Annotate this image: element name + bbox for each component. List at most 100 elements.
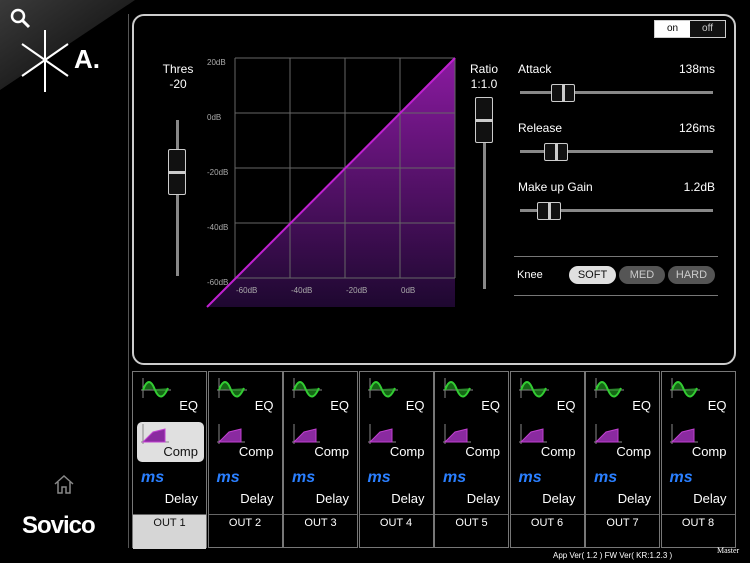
delay-label[interactable]: Delay bbox=[618, 491, 651, 506]
output-name[interactable]: OUT 6 bbox=[510, 514, 584, 549]
eq-icon[interactable] bbox=[443, 378, 473, 400]
comp-label[interactable]: Comp bbox=[465, 444, 500, 459]
toggle-off[interactable]: off bbox=[690, 21, 725, 37]
comp-icon[interactable] bbox=[443, 424, 471, 444]
output-strip[interactable]: EQ Comp ms Delay OUT 8 bbox=[660, 371, 736, 549]
output-strip[interactable]: EQ Comp ms Delay OUT 1 bbox=[132, 371, 207, 549]
comp-icon[interactable] bbox=[292, 424, 320, 444]
param-slider-thumb[interactable] bbox=[543, 143, 568, 161]
threshold-thumb[interactable] bbox=[168, 149, 186, 195]
param-label: Attack bbox=[518, 62, 552, 76]
comp-label[interactable]: Comp bbox=[541, 444, 576, 459]
delay-label[interactable]: Delay bbox=[240, 491, 273, 506]
eq-icon[interactable] bbox=[367, 378, 398, 400]
comp-label[interactable]: Comp bbox=[163, 444, 198, 459]
eq-icon[interactable] bbox=[669, 378, 700, 400]
eq-label[interactable]: EQ bbox=[557, 398, 576, 413]
ratio-thumb[interactable] bbox=[475, 97, 493, 143]
ratio-label: Ratio bbox=[469, 62, 498, 76]
delay-label[interactable]: Delay bbox=[391, 491, 424, 506]
comp-icon[interactable] bbox=[141, 424, 169, 444]
eq-icon[interactable] bbox=[518, 378, 549, 400]
output-name[interactable]: OUT 2 bbox=[208, 514, 282, 549]
divider bbox=[128, 14, 129, 548]
output-name[interactable]: OUT 3 bbox=[284, 514, 357, 549]
eq-label[interactable]: EQ bbox=[406, 398, 425, 413]
delay-icon[interactable]: ms bbox=[594, 469, 617, 487]
delay-label[interactable]: Delay bbox=[467, 491, 500, 506]
output-name[interactable]: OUT 5 bbox=[435, 514, 508, 549]
knee-label: Knee bbox=[517, 269, 543, 281]
param-slider-thumb[interactable] bbox=[550, 84, 575, 102]
comp-label[interactable]: Comp bbox=[314, 444, 349, 459]
output-strip[interactable]: EQ Comp ms Delay OUT 2 bbox=[207, 371, 283, 549]
knee-soft-button[interactable]: SOFT bbox=[569, 266, 616, 284]
delay-label[interactable]: Delay bbox=[165, 491, 198, 506]
output-name[interactable]: OUT 7 bbox=[586, 514, 659, 549]
output-strip[interactable]: EQ Comp ms Delay OUT 3 bbox=[283, 371, 358, 548]
x-tick: 0dB bbox=[401, 286, 416, 295]
divider bbox=[514, 295, 718, 296]
eq-label[interactable]: EQ bbox=[179, 398, 198, 413]
delay-icon[interactable]: ms bbox=[443, 469, 466, 487]
delay-icon[interactable]: ms bbox=[292, 469, 315, 487]
home-icon[interactable] bbox=[53, 473, 75, 495]
delay-icon[interactable]: ms bbox=[217, 469, 240, 487]
output-strip[interactable]: EQ Comp ms Delay OUT 7 bbox=[585, 371, 660, 548]
comp-label[interactable]: Comp bbox=[390, 444, 425, 459]
y-tick: -40dB bbox=[207, 223, 229, 232]
ratio-value: 1:1.0 bbox=[470, 77, 498, 91]
eq-label[interactable]: EQ bbox=[255, 398, 274, 413]
eq-icon[interactable] bbox=[292, 378, 322, 400]
compressor-curve-graph bbox=[206, 57, 456, 308]
toggle-on[interactable]: on bbox=[655, 21, 690, 37]
search-icon[interactable] bbox=[10, 8, 32, 30]
delay-icon[interactable]: ms bbox=[141, 469, 164, 487]
threshold-track[interactable] bbox=[176, 120, 179, 276]
knee-hard-button[interactable]: HARD bbox=[668, 266, 715, 284]
output-strip[interactable]: EQ Comp ms Delay OUT 5 bbox=[434, 371, 509, 548]
y-tick: 20dB bbox=[207, 58, 226, 67]
y-tick: 0dB bbox=[207, 113, 222, 122]
delay-icon[interactable]: ms bbox=[670, 469, 693, 487]
comp-icon[interactable] bbox=[518, 424, 547, 444]
eq-label[interactable]: EQ bbox=[481, 398, 500, 413]
param-slider-track[interactable] bbox=[520, 91, 713, 94]
comp-label[interactable]: Comp bbox=[692, 444, 727, 459]
param-value: 138ms bbox=[678, 62, 715, 76]
output-name[interactable]: OUT 1 bbox=[133, 514, 206, 549]
param-value: 126ms bbox=[678, 121, 715, 135]
comp-icon[interactable] bbox=[669, 424, 698, 444]
eq-icon[interactable] bbox=[594, 378, 624, 400]
delay-label[interactable]: Delay bbox=[693, 491, 726, 506]
comp-icon[interactable] bbox=[367, 424, 396, 444]
x-tick: -40dB bbox=[291, 286, 313, 295]
eq-label[interactable]: EQ bbox=[632, 398, 651, 413]
y-tick: -60dB bbox=[207, 278, 229, 287]
delay-label[interactable]: Delay bbox=[542, 491, 575, 506]
delay-label[interactable]: Delay bbox=[316, 491, 349, 506]
eq-label[interactable]: EQ bbox=[330, 398, 349, 413]
output-name[interactable]: OUT 8 bbox=[661, 514, 735, 549]
eq-icon[interactable] bbox=[141, 378, 171, 400]
comp-label[interactable]: Comp bbox=[239, 444, 274, 459]
eq-label[interactable]: EQ bbox=[708, 398, 727, 413]
master-label: Master bbox=[717, 546, 740, 555]
comp-label[interactable]: Comp bbox=[616, 444, 651, 459]
output-name[interactable]: OUT 4 bbox=[359, 514, 433, 549]
output-strip[interactable]: EQ Comp ms Delay OUT 6 bbox=[509, 371, 585, 549]
comp-icon[interactable] bbox=[216, 424, 245, 444]
eq-icon[interactable] bbox=[216, 378, 247, 400]
param-slider-thumb[interactable] bbox=[537, 202, 561, 220]
knee-med-button[interactable]: MED bbox=[619, 266, 665, 284]
version-text: App Ver( 1.2 ) FW Ver( KR:1.2.3 ) bbox=[553, 551, 673, 560]
delay-icon[interactable]: ms bbox=[368, 469, 391, 487]
x-tick: -60dB bbox=[236, 286, 258, 295]
on-off-toggle[interactable]: on off bbox=[654, 20, 726, 38]
comp-icon[interactable] bbox=[594, 424, 622, 444]
divider bbox=[514, 256, 718, 257]
brand-logo: Sovico bbox=[22, 512, 96, 539]
param-value: 1.2dB bbox=[683, 180, 715, 194]
delay-icon[interactable]: ms bbox=[519, 469, 542, 487]
output-strip[interactable]: EQ Comp ms Delay OUT 4 bbox=[358, 371, 434, 549]
